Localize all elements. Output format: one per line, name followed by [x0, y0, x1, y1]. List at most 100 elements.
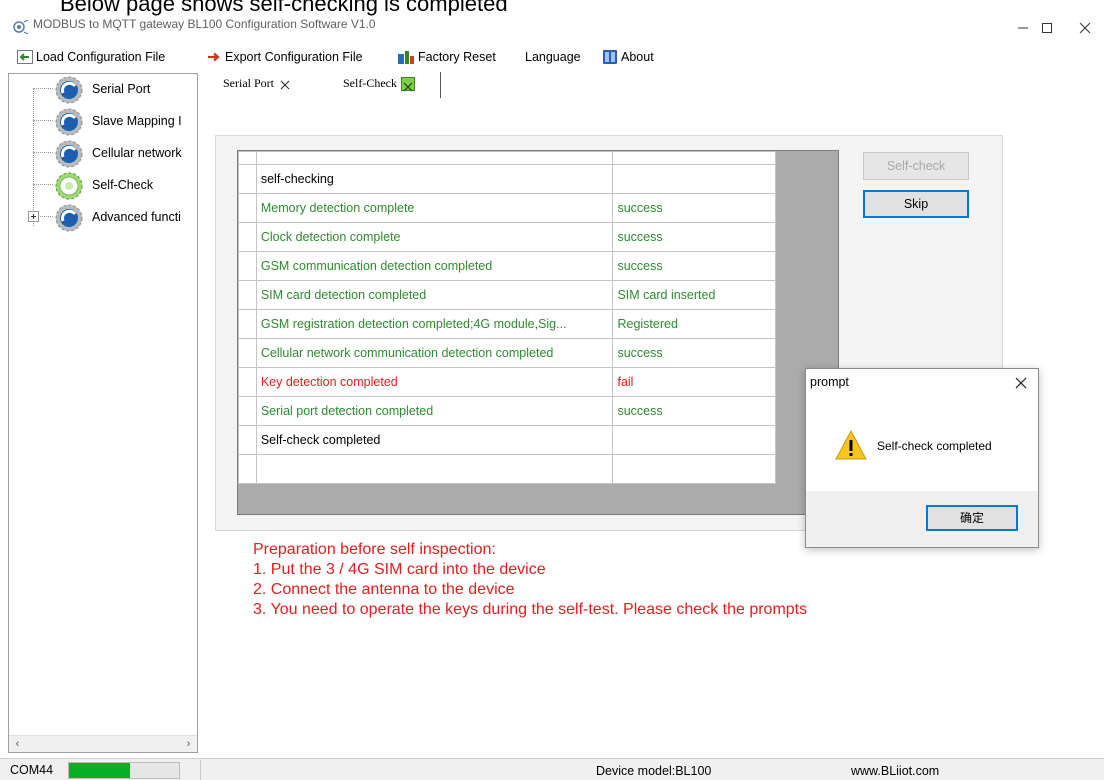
- check-result-cell: success: [612, 251, 776, 281]
- nav-tree[interactable]: Serial Port Slave Mapping I Cellular net…: [8, 73, 198, 753]
- expand-plus-icon[interactable]: [28, 211, 39, 222]
- row-lead-cell: [238, 164, 257, 194]
- header-cell: [612, 151, 776, 165]
- table-row[interactable]: self-checking: [238, 164, 776, 194]
- check-result-cell: success: [612, 193, 776, 223]
- check-item-cell: GSM registration detection completed;4G …: [255, 309, 614, 339]
- blue-gear-icon: [55, 204, 83, 232]
- menu-language[interactable]: Language: [525, 47, 581, 67]
- close-button[interactable]: [1062, 13, 1104, 41]
- check-item-cell: Serial port detection completed: [255, 396, 614, 426]
- check-item-cell: Cellular network communication detection…: [255, 338, 614, 368]
- tree-item-serial-port[interactable]: Serial Port: [9, 74, 197, 106]
- com-port-label: COM44: [10, 763, 54, 777]
- check-result-cell: success: [612, 338, 776, 368]
- tab-close-icon[interactable]: [400, 77, 415, 92]
- check-result-cell: [612, 425, 776, 455]
- header-cell: [255, 151, 614, 165]
- row-lead-cell: [238, 454, 257, 484]
- table-row[interactable]: [238, 454, 776, 484]
- maximize-icon: [1042, 23, 1052, 33]
- table-row[interactable]: Cellular network communication detection…: [238, 338, 776, 368]
- prep-line: Preparation before self inspection:: [253, 541, 496, 558]
- menu-export-config[interactable]: Export Configuration File: [206, 47, 363, 67]
- website-label: www.BLiiot.com: [851, 764, 940, 778]
- tree-branch: [33, 152, 53, 153]
- check-item-cell: Self-check completed: [255, 425, 614, 455]
- device-model-label: Device model:BL100: [596, 764, 712, 778]
- status-bar: COM44 Device model:BL100 www.BLiiot.com: [0, 758, 1104, 780]
- blue-gear-icon: [55, 140, 83, 168]
- tree-item-advanced-functions[interactable]: Advanced functi: [9, 202, 197, 234]
- row-lead-cell: [238, 396, 257, 426]
- menu-bar: Load Configuration File Export Configura…: [0, 45, 1104, 67]
- row-lead-cell: [238, 251, 257, 281]
- scroll-left-icon[interactable]: ‹: [9, 736, 26, 752]
- tree-label: Self-Check: [92, 178, 154, 192]
- tree-item-self-check[interactable]: Self-Check: [9, 170, 197, 202]
- skip-button[interactable]: Skip: [863, 190, 969, 218]
- load-arrow-icon: [17, 50, 33, 64]
- blue-gear-icon: [55, 108, 83, 136]
- window-title: MODBUS to MQTT gateway BL100 Configurati…: [33, 17, 376, 31]
- title-bar: MODBUS to MQTT gateway BL100 Configurati…: [0, 13, 1104, 41]
- table-row[interactable]: Serial port detection completed success: [238, 396, 776, 426]
- scroll-right-icon[interactable]: ›: [180, 736, 197, 752]
- check-item-cell: self-checking: [255, 164, 614, 194]
- tree-item-cellular-network[interactable]: Cellular network: [9, 138, 197, 170]
- dialog-close-icon[interactable]: [1014, 376, 1028, 390]
- dialog-body: Self-check completed: [806, 399, 1038, 491]
- prompt-dialog: prompt Self-check completed 确定: [805, 368, 1039, 548]
- menu-load-config[interactable]: Load Configuration File: [17, 47, 165, 67]
- green-gear-icon: [55, 172, 83, 200]
- table-row[interactable]: GSM communication detection completed suc…: [238, 251, 776, 281]
- export-arrow-icon: [208, 52, 220, 62]
- tree-label: Cellular network: [92, 146, 182, 160]
- check-item-cell: Memory detection complete: [255, 193, 614, 223]
- check-result-cell: SIM card inserted: [612, 280, 776, 310]
- check-result-cell: success: [612, 396, 776, 426]
- row-lead-cell: [238, 309, 257, 339]
- tree-label: Slave Mapping I: [92, 114, 182, 128]
- tab-serial-port[interactable]: Serial Port: [223, 72, 292, 96]
- table-row[interactable]: Key detection completed fail: [238, 367, 776, 397]
- menu-factory-reset[interactable]: Factory Reset: [397, 47, 496, 67]
- row-lead-cell: [238, 367, 257, 397]
- tree-branch: [33, 120, 53, 121]
- table-row[interactable]: Self-check completed: [238, 425, 776, 455]
- table-row[interactable]: SIM card detection completed SIM card ins…: [238, 280, 776, 310]
- tree-item-slave-mapping[interactable]: Slave Mapping I: [9, 106, 197, 138]
- check-item-cell: SIM card detection completed: [255, 280, 614, 310]
- menu-about-label: About: [621, 50, 654, 64]
- check-result-cell: [612, 164, 776, 194]
- results-table: self-checking Memory detection complete su…: [238, 151, 776, 484]
- tab-close-icon[interactable]: [278, 77, 292, 91]
- table-row[interactable]: Clock detection complete success: [238, 222, 776, 252]
- table-row[interactable]: GSM registration detection completed;4G …: [238, 309, 776, 339]
- menu-about[interactable]: About: [602, 47, 654, 67]
- self-check-button[interactable]: Self-check: [863, 152, 969, 180]
- check-result-cell: [612, 454, 776, 484]
- menu-reset-label: Factory Reset: [418, 50, 496, 64]
- table-row[interactable]: Memory detection complete success: [238, 193, 776, 223]
- check-result-cell: Registered: [612, 309, 776, 339]
- tab-divider: [440, 72, 441, 98]
- tab-label: Self-Check: [343, 76, 397, 90]
- check-item-cell: [255, 454, 614, 484]
- preparation-instructions: Preparation before self inspection: 1. P…: [253, 540, 807, 620]
- warning-icon: [835, 429, 867, 460]
- tab-self-check[interactable]: Self-Check: [343, 72, 415, 96]
- check-item-cell: GSM communication detection completed: [255, 251, 614, 281]
- row-lead-cell: [238, 425, 257, 455]
- menu-load-label: Load Configuration File: [36, 50, 166, 64]
- horizontal-scrollbar[interactable]: ‹ ›: [9, 735, 197, 752]
- check-result-cell: success: [612, 222, 776, 252]
- status-divider: [200, 760, 201, 780]
- header-cell: [238, 151, 257, 165]
- check-item-cell: Clock detection complete: [255, 222, 614, 252]
- ok-button[interactable]: 确定: [926, 505, 1018, 531]
- app-icon: [13, 19, 29, 35]
- prep-line: 3. You need to operate the keys during t…: [253, 601, 808, 618]
- prep-line: 1. Put the 3 / 4G SIM card into the devi…: [253, 561, 546, 578]
- row-lead-cell: [238, 280, 257, 310]
